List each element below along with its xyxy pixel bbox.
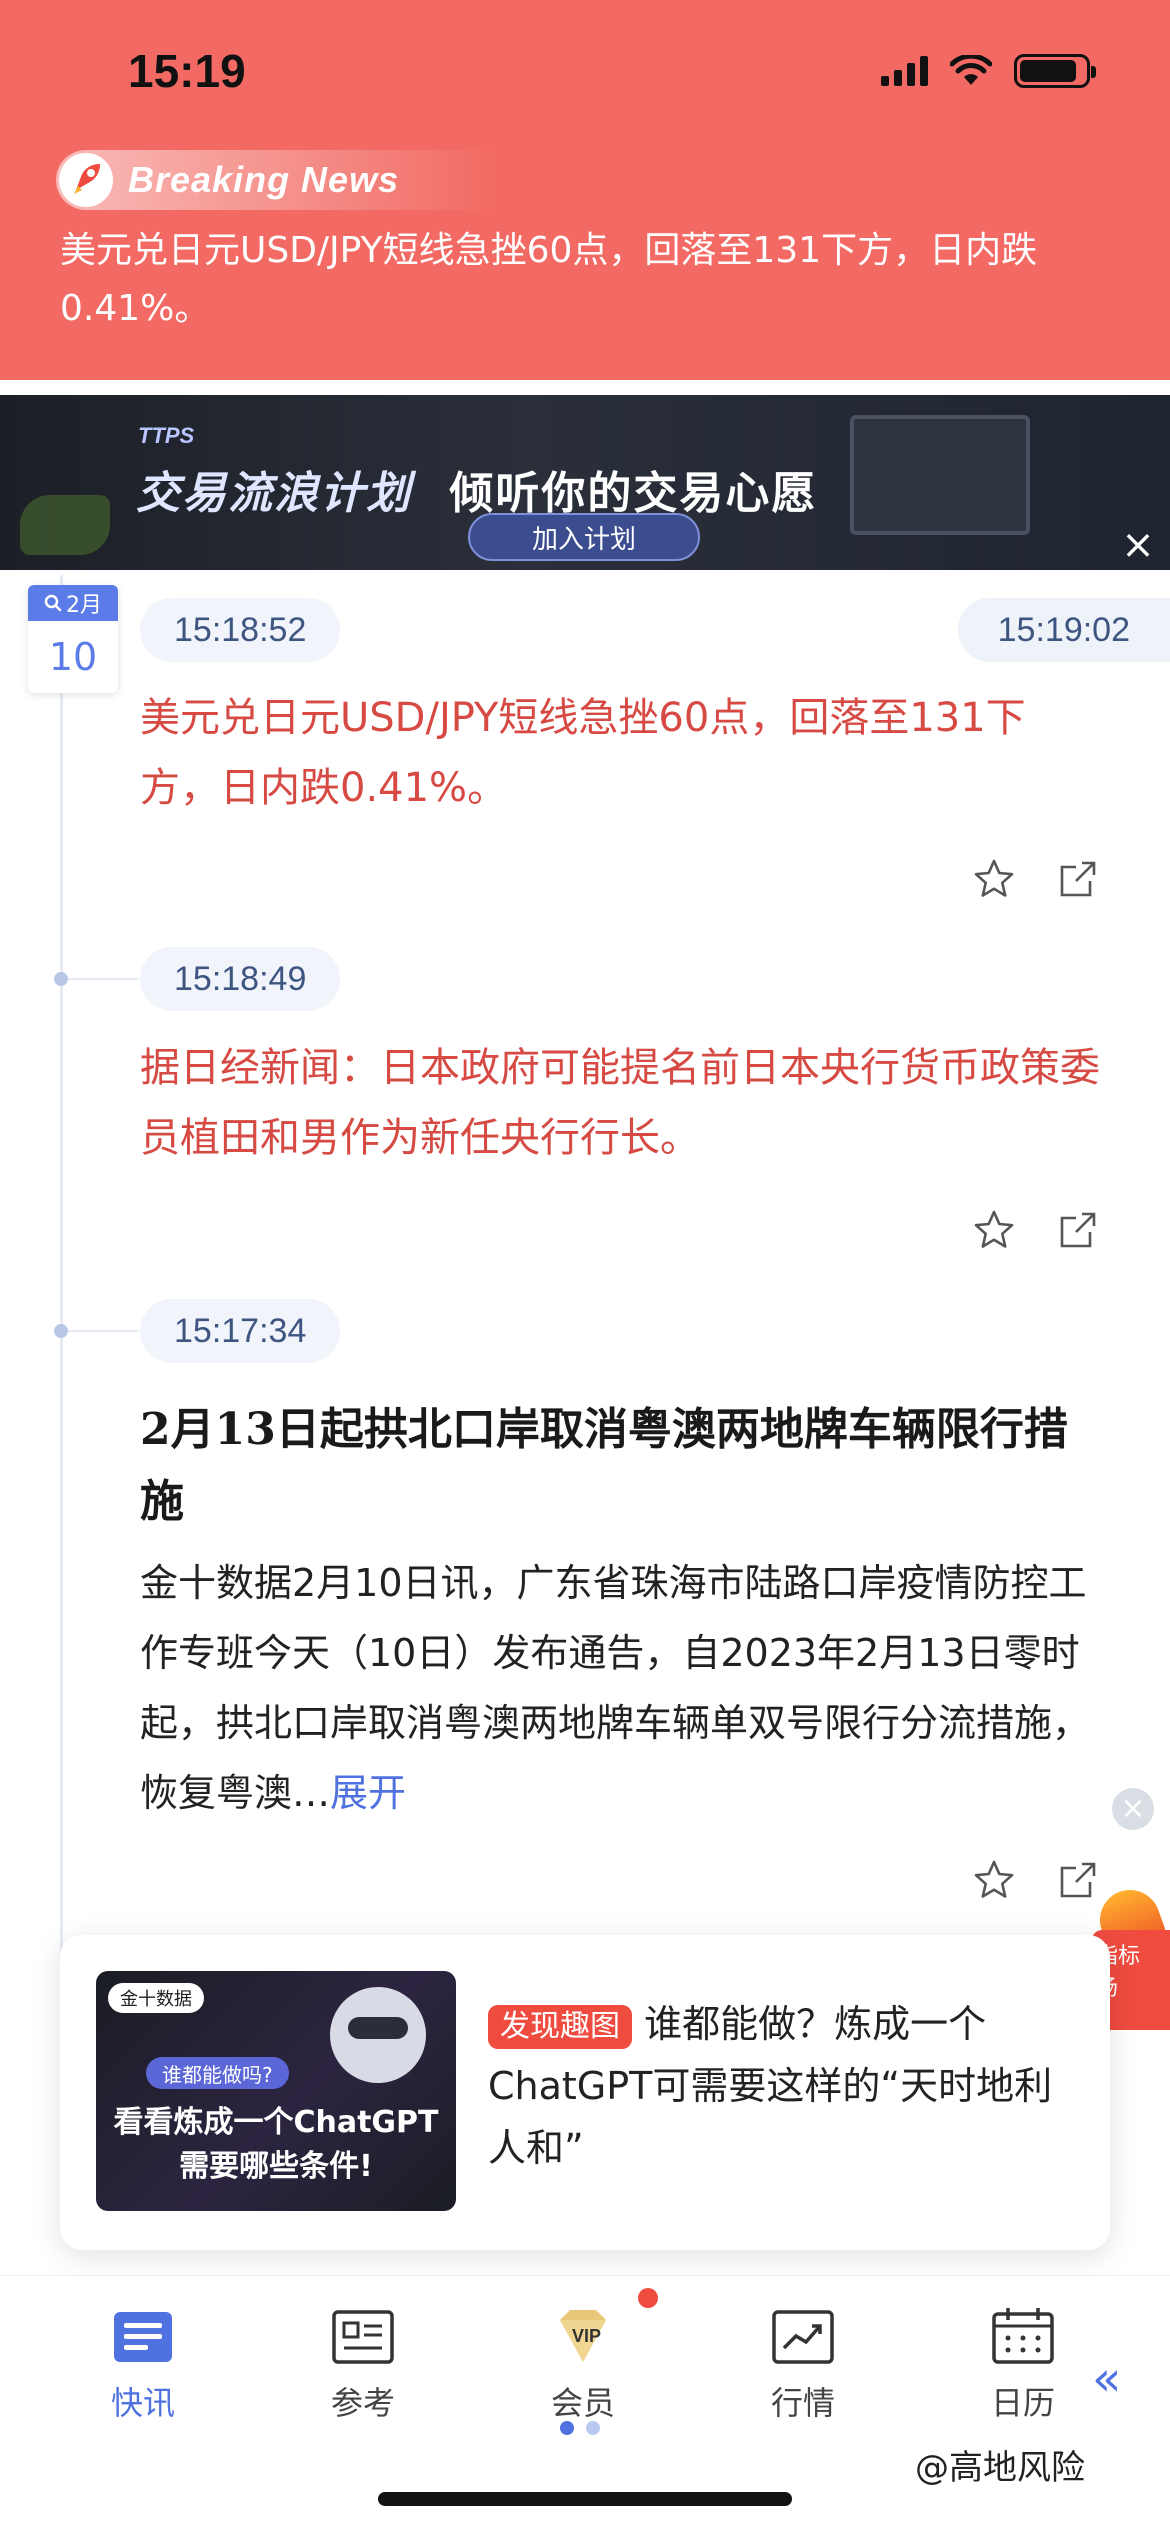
notification-dot bbox=[638, 2288, 658, 2308]
ad-decoration bbox=[20, 495, 110, 555]
status-time: 15:19 bbox=[128, 45, 246, 97]
tab-market[interactable]: 行情 bbox=[728, 2306, 878, 2436]
promo-card[interactable]: 金十数据 谁都能做吗? 看看炼成一个ChatGPT 需要哪些条件! 发现趣图 谁… bbox=[60, 1935, 1110, 2250]
star-icon[interactable] bbox=[972, 1858, 1016, 1902]
ad-banner[interactable]: TTPS 交易流浪计划 倾听你的交易心愿 加入计划 × bbox=[0, 395, 1170, 570]
watermark: @高地风险 bbox=[915, 2448, 1085, 2488]
ad-title: 交易流浪计划 倾听你的交易心愿 bbox=[136, 457, 817, 521]
ad-monitor-graphic bbox=[850, 415, 1030, 535]
chevron-double-left-icon[interactable]: « bbox=[1092, 2351, 1121, 2407]
promo-question: 谁都能做吗? bbox=[146, 2057, 289, 2089]
ad-brand: TTPS bbox=[138, 423, 195, 448]
news-body[interactable]: 金十数据2月10日讯，广东省珠海市陆路口岸疫情防控工作专班今天（10日）发布通告… bbox=[140, 1548, 1100, 1828]
close-icon[interactable]: × bbox=[1112, 1788, 1154, 1830]
timeline-line bbox=[60, 575, 63, 1975]
news-actions bbox=[972, 857, 1100, 901]
wifi-icon bbox=[950, 55, 992, 85]
search-icon bbox=[44, 594, 62, 612]
breaking-news-banner[interactable]: 15:19 Breaking News 美元兑日元USD/JPY短线急挫60点，… bbox=[0, 0, 1170, 380]
news-list-icon bbox=[114, 2312, 172, 2362]
ad-title-part1: 交易流浪计划 bbox=[136, 468, 412, 519]
ad-title-part2: 倾听你的交易心愿 bbox=[449, 468, 818, 519]
ad-close-button[interactable]: × bbox=[1118, 525, 1158, 565]
tab-vip[interactable]: VIP 会员 bbox=[508, 2306, 658, 2436]
reference-card-icon bbox=[332, 2310, 394, 2364]
ad-join-button[interactable]: 加入计划 bbox=[468, 513, 700, 561]
share-icon[interactable] bbox=[1056, 1208, 1100, 1252]
promo-text: 发现趣图 谁都能做？炼成一个ChatGPT可需要这样的“天时地利人和” bbox=[488, 1993, 1088, 2179]
rocket-icon bbox=[59, 153, 113, 207]
calendar-icon bbox=[992, 2308, 1054, 2364]
svg-text:VIP: VIP bbox=[572, 2326, 601, 2346]
news-text[interactable]: 据日经新闻：日本政府可能提名前日本央行货币政策委员植田和男作为新任央行行长。 bbox=[140, 1033, 1100, 1173]
tab-news[interactable]: 快讯 bbox=[68, 2306, 218, 2436]
vip-diamond-icon: VIP bbox=[560, 2310, 606, 2362]
latest-time-pill[interactable]: 15:19:02 bbox=[957, 598, 1170, 662]
date-badge-month: 2月 bbox=[28, 585, 118, 621]
news-time: 15:18:52 bbox=[140, 598, 341, 662]
news-actions bbox=[972, 1208, 1100, 1252]
market-chart-icon bbox=[772, 2310, 834, 2364]
news-actions bbox=[972, 1858, 1100, 1902]
news-time: 15:18:49 bbox=[140, 947, 341, 1011]
news-text[interactable]: 美元兑日元USD/JPY短线急挫60点，回落至131下方，日内跌0.41%。 bbox=[140, 683, 1100, 823]
app-screen: 15:19 Breaking News 美元兑日元USD/JPY短线急挫60点，… bbox=[0, 0, 1170, 2532]
tab-reference[interactable]: 参考 bbox=[288, 2306, 438, 2436]
promo-thumb-line1: 看看炼成一个ChatGPT bbox=[113, 2105, 439, 2140]
battery-icon bbox=[1014, 54, 1096, 88]
page-indicator bbox=[560, 2421, 600, 2435]
timeline-dot bbox=[54, 1324, 68, 1338]
news-time: 15:17:34 bbox=[140, 1299, 341, 1363]
timeline-dot bbox=[54, 972, 68, 986]
date-badge[interactable]: 2月 10 bbox=[28, 585, 118, 693]
status-icons bbox=[881, 54, 1096, 88]
date-badge-day: 10 bbox=[48, 635, 98, 679]
promo-thumb-line2: 需要哪些条件! bbox=[179, 2149, 373, 2184]
promo-tag: 发现趣图 bbox=[488, 2004, 632, 2049]
news-title[interactable]: 2月13日起拱北口岸取消粤澳两地牌车辆限行措施 bbox=[140, 1394, 1100, 1538]
promo-thumbnail: 金十数据 谁都能做吗? 看看炼成一个ChatGPT 需要哪些条件! bbox=[96, 1971, 456, 2211]
star-icon[interactable] bbox=[972, 857, 1016, 901]
star-icon[interactable] bbox=[972, 1208, 1016, 1252]
timeline-connector bbox=[68, 1330, 138, 1332]
expand-link[interactable]: 展开 bbox=[330, 1771, 406, 1815]
share-icon[interactable] bbox=[1056, 857, 1100, 901]
home-indicator[interactable] bbox=[378, 2492, 792, 2506]
breaking-news-badge: Breaking News bbox=[56, 150, 496, 210]
breaking-news-label: Breaking News bbox=[128, 159, 400, 200]
cellular-signal-icon bbox=[881, 56, 928, 86]
robot-icon bbox=[330, 1987, 426, 2083]
promo-brand: 金十数据 bbox=[108, 1983, 204, 2013]
breaking-news-text: 美元兑日元USD/JPY短线急挫60点，回落至131下方，日内跌0.41%。 bbox=[60, 230, 1038, 329]
tab-calendar[interactable]: 日历 bbox=[948, 2306, 1098, 2436]
timeline-connector bbox=[68, 978, 138, 980]
